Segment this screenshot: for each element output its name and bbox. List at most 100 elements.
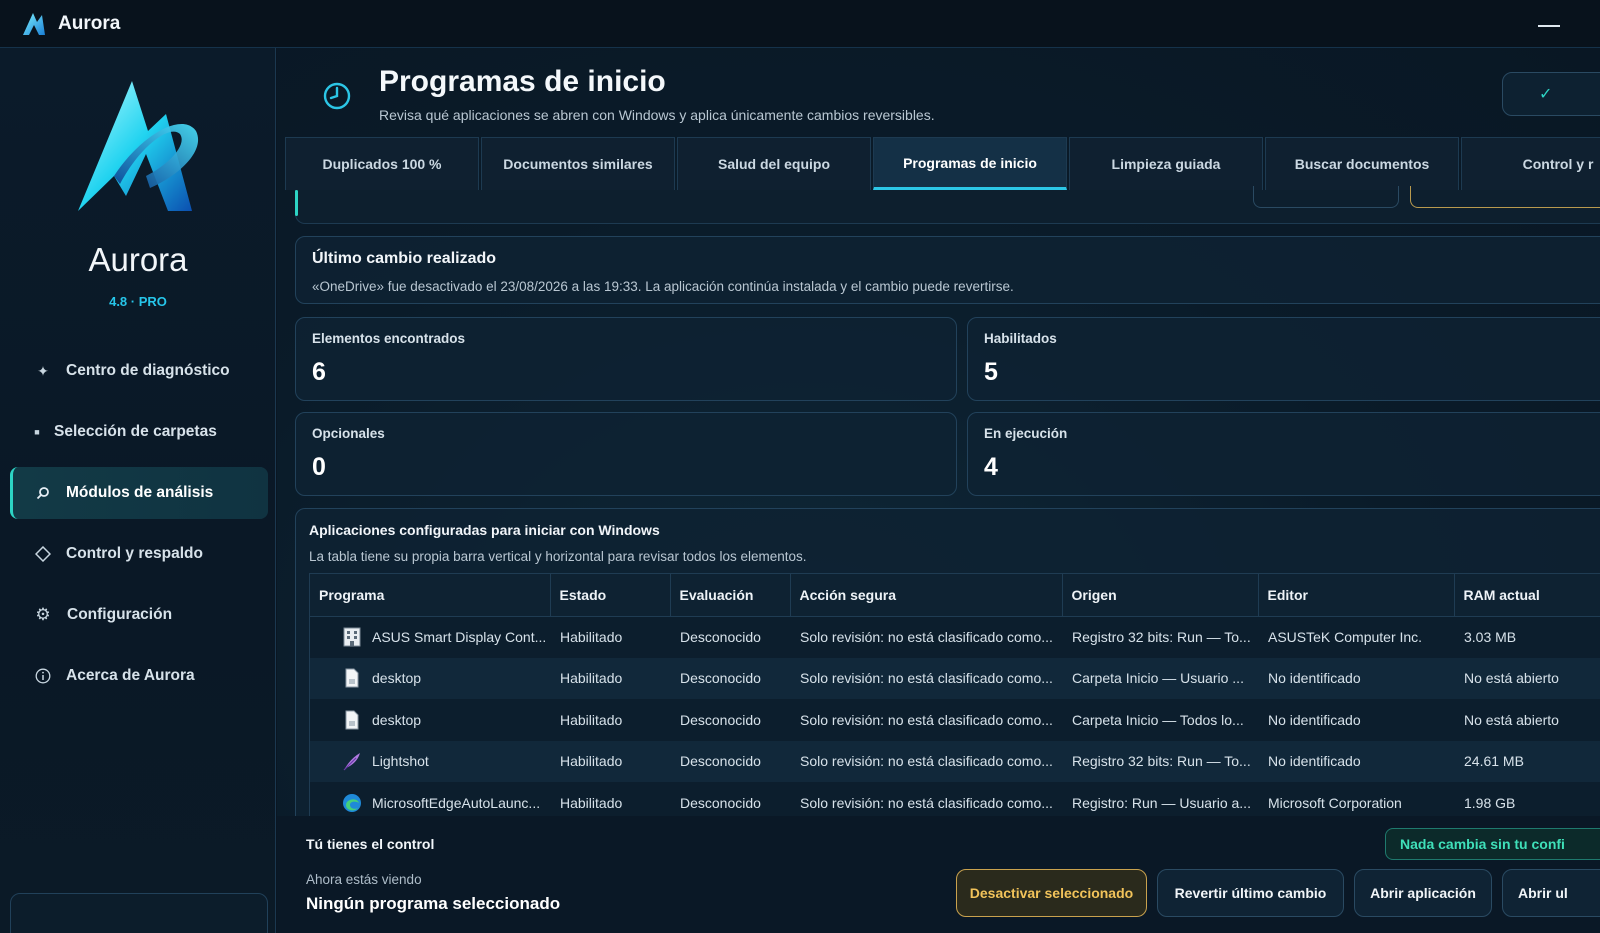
document-icon [345, 668, 359, 688]
tab-limpieza-guiada[interactable]: Limpieza guiada [1069, 137, 1263, 190]
tab-salud-equipo[interactable]: Salud del equipo [677, 137, 871, 190]
aurora-logo-icon [23, 12, 45, 35]
eval-cell: Desconocido [670, 740, 790, 782]
clock-icon [323, 82, 351, 110]
sidebar-item-acerca[interactable]: Acerca de Aurora [10, 650, 268, 702]
diamond-icon [34, 545, 52, 563]
tab-duplicados[interactable]: Duplicados 100 % [285, 137, 479, 190]
sidebar-item-modulos[interactable]: Módulos de análisis [10, 467, 268, 519]
eval-cell: Desconocido [670, 782, 790, 817]
sidebar-item-configuracion[interactable]: ⚙ Configuración [10, 589, 268, 641]
stat-label: Opcionales [312, 426, 385, 441]
program-name: ASUS Smart Display Cont... [372, 629, 547, 645]
safety-badge: Nada cambia sin tu confi [1385, 828, 1600, 860]
last-change-text: «OneDrive» fue desactivado el 23/08/2026… [312, 279, 1014, 294]
page-title: Programas de inicio [379, 65, 666, 98]
action-cell: Solo revisión: no está clasificado como.… [790, 740, 1062, 782]
feather-icon [343, 753, 360, 771]
stat-card-encontrados: Elementos encontrados 6 [295, 317, 957, 401]
ram-cell: 1.98 GB [1454, 782, 1600, 817]
building-icon [343, 627, 361, 647]
ram-cell: No está abierto [1454, 657, 1600, 699]
table-row[interactable]: MicrosoftEdgeAutoLaunc... Habilitado Des… [310, 782, 1600, 817]
last-change-card: Último cambio realizado «OneDrive» fue d… [295, 236, 1600, 304]
origin-cell: Registro: Run — Usuario a... [1062, 782, 1258, 817]
program-name: MicrosoftEdgeAutoLaunc... [372, 794, 541, 811]
info-icon [34, 667, 52, 685]
last-change-title: Último cambio realizado [312, 250, 497, 267]
table-header-row: Programa Estado Evaluación Acción segura… [310, 574, 1600, 617]
program-name: Lightshot [372, 753, 429, 770]
column-header-evaluacion[interactable]: Evaluación [670, 574, 791, 617]
revert-last-change-button[interactable]: Revertir último cambio [1157, 869, 1344, 917]
control-title: Tú tienes el control [306, 836, 435, 852]
sparkle-icon: ✦ [37, 362, 49, 379]
column-header-ram[interactable]: RAM actual [1454, 574, 1600, 617]
tab-buscar-documentos[interactable]: Buscar documentos [1265, 137, 1459, 190]
stat-label: Elementos encontrados [312, 331, 466, 346]
stat-card-habilitados: Habilitados 5 [967, 317, 1600, 401]
action-cell: Solo revisión: no está clasificado como.… [790, 616, 1062, 658]
action-cell: Solo revisión: no está clasificado como.… [790, 657, 1062, 699]
column-header-estado[interactable]: Estado [550, 574, 671, 617]
open-location-button[interactable]: Abrir ul [1502, 869, 1600, 917]
origin-cell: Carpeta Inicio — Usuario ... [1062, 657, 1258, 699]
column-header-accion-segura[interactable]: Acción segura [790, 574, 1063, 617]
origin-cell: Registro 32 bits: Run — To... [1062, 740, 1258, 782]
column-header-programa[interactable]: Programa [310, 574, 551, 617]
strip-button-partial[interactable] [1253, 186, 1399, 208]
table-row[interactable]: ASUS Smart Display Cont... Habilitado De… [310, 616, 1600, 658]
tab-documentos-similares[interactable]: Documentos similares [481, 137, 675, 190]
editor-cell: ASUSTeK Computer Inc. [1258, 616, 1454, 658]
table-row[interactable]: desktop Habilitado Desconocido Solo revi… [310, 657, 1600, 699]
stat-value: 4 [984, 453, 998, 481]
sidebar-item-label: Acerca de Aurora [66, 667, 195, 684]
stat-card-opcionales: Opcionales 0 [295, 412, 957, 496]
sidebar-item-carpetas[interactable]: ■ Selección de carpetas [10, 406, 268, 458]
startup-table[interactable]: Programa Estado Evaluación Acción segura… [309, 573, 1600, 817]
bottom-action-bar: Tú tienes el control Ahora estás viendo … [277, 816, 1600, 933]
column-header-editor[interactable]: Editor [1258, 574, 1455, 617]
apps-subtitle: La tabla tiene su propia barra vertical … [309, 549, 807, 564]
minimize-button[interactable] [1538, 14, 1562, 34]
column-header-origen[interactable]: Origen [1062, 574, 1259, 617]
main-content: Programas de inicio Revisa qué aplicacio… [277, 48, 1600, 933]
search-icon [34, 484, 52, 502]
document-icon [345, 710, 359, 730]
sidebar-item-label: Control y respaldo [66, 545, 203, 562]
top-action-button[interactable]: ✓ [1502, 72, 1600, 116]
edge-icon [343, 793, 361, 812]
disable-selected-button[interactable]: Desactivar seleccionado [956, 869, 1147, 917]
tab-control-respaldo[interactable]: Control y r [1461, 137, 1600, 190]
action-cell: Solo revisión: no está clasificado como.… [790, 782, 1062, 817]
table-row[interactable]: desktop Habilitado Desconocido Solo revi… [310, 699, 1600, 741]
state-cell: Habilitado [550, 657, 670, 699]
strip-primary-button-partial[interactable] [1410, 186, 1600, 208]
sidebar-item-diagnostico[interactable]: ✦ Centro de diagnóstico [10, 345, 268, 397]
state-cell: Habilitado [550, 782, 670, 817]
sidebar-footer-card [10, 893, 268, 933]
apps-title: Aplicaciones configuradas para iniciar c… [309, 522, 660, 538]
table-row[interactable]: Lightshot Habilitado Desconocido Solo re… [310, 740, 1600, 782]
viewing-label: Ahora estás viendo [306, 872, 422, 887]
title-bar: Aurora [0, 0, 1600, 48]
eval-cell: Desconocido [670, 657, 790, 699]
ram-cell: 3.03 MB [1454, 616, 1600, 658]
state-cell: Habilitado [550, 616, 670, 658]
sidebar-item-control[interactable]: Control y respaldo [10, 528, 268, 580]
strip-accent [295, 190, 298, 216]
editor-cell: No identificado [1258, 740, 1454, 782]
brand-version: 4.8 · PRO [109, 294, 167, 309]
tab-programas-inicio[interactable]: Programas de inicio [873, 137, 1067, 190]
stat-card-en-ejecucion: En ejecución 4 [967, 412, 1600, 496]
brand-name: Aurora [88, 241, 188, 278]
sidebar-item-label: Configuración [67, 606, 173, 623]
origin-cell: Registro 32 bits: Run — To... [1062, 616, 1258, 658]
open-application-button[interactable]: Abrir aplicación [1354, 869, 1492, 917]
stat-value: 5 [984, 358, 998, 386]
gear-icon: ⚙ [35, 605, 51, 624]
folder-icon: ■ [34, 427, 40, 437]
editor-cell: No identificado [1258, 657, 1454, 699]
program-name: desktop [372, 711, 422, 728]
editor-cell: No identificado [1258, 699, 1454, 741]
